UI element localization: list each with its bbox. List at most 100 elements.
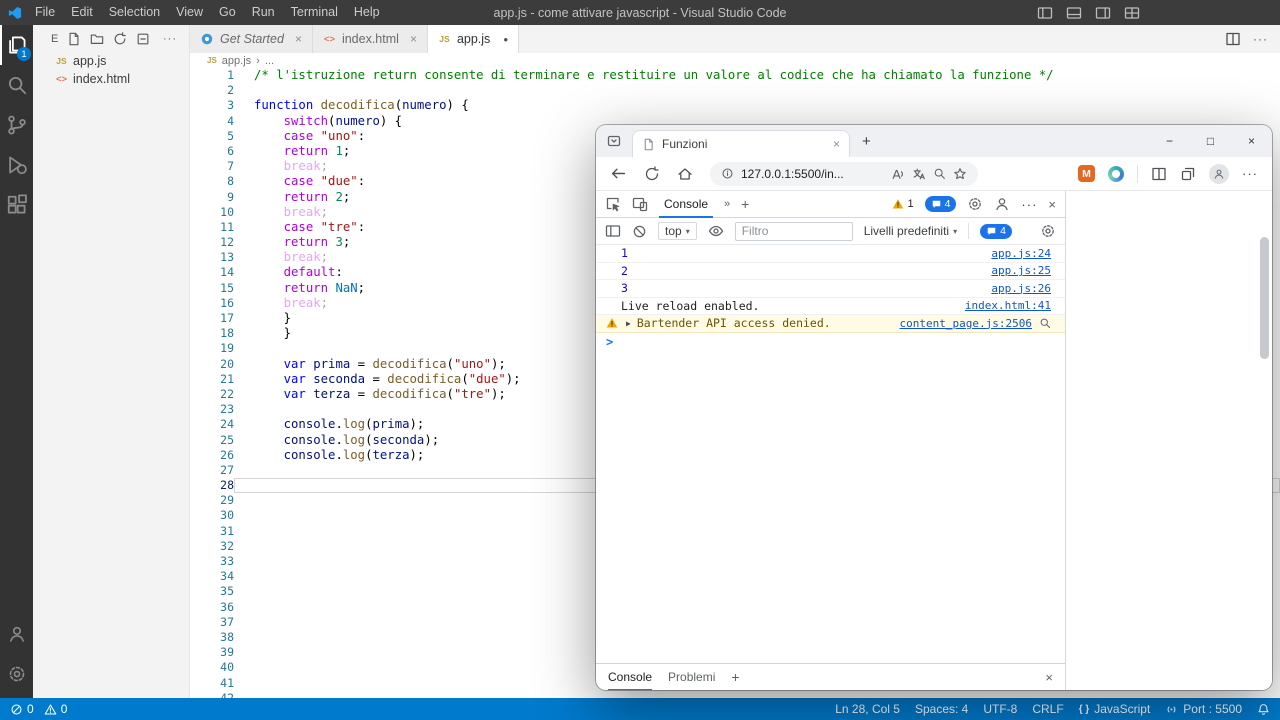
console-sidebar-icon[interactable] [605, 223, 621, 239]
new-file-icon[interactable] [67, 32, 81, 46]
levels-badge[interactable]: 4 [980, 224, 1012, 239]
explorer-more-icon[interactable]: ··· [163, 33, 177, 45]
more-tabs-icon[interactable]: » [724, 198, 730, 210]
toggle-sidebar-icon[interactable] [1037, 5, 1053, 21]
toggle-secondary-sidebar-icon[interactable] [1095, 5, 1111, 21]
page-viewport[interactable] [1066, 191, 1272, 690]
back-icon[interactable] [610, 165, 627, 182]
menu-item-run[interactable]: Run [244, 0, 283, 25]
activity-extensions[interactable] [0, 185, 33, 225]
feedback-icon[interactable] [994, 196, 1010, 212]
close-tab-icon[interactable]: × [833, 137, 840, 151]
source-link[interactable]: content_page.js:2506 [900, 317, 1032, 330]
home-icon[interactable] [677, 166, 693, 182]
notifications-bell[interactable] [1257, 703, 1270, 716]
line-number[interactable]: 41 [190, 676, 234, 691]
translate-icon[interactable] [912, 167, 926, 181]
address-bar[interactable]: 127.0.0.1:5500/in... [710, 162, 978, 186]
editor-more-icon[interactable]: ··· [1253, 32, 1268, 46]
refresh-icon[interactable] [644, 166, 660, 182]
line-number[interactable]: 12 [190, 235, 234, 250]
file-item-app.js[interactable]: JSapp.js [33, 52, 189, 70]
close-drawer-icon[interactable]: × [1045, 670, 1053, 685]
console-settings-icon[interactable] [1040, 223, 1056, 239]
line-number[interactable]: 6 [190, 144, 234, 159]
line-number[interactable]: 38 [190, 630, 234, 645]
profile-avatar[interactable] [1209, 164, 1229, 184]
toggle-panel-icon[interactable] [1066, 5, 1082, 21]
line-number[interactable]: 9 [190, 190, 234, 205]
search-source-icon[interactable] [1039, 317, 1051, 329]
read-aloud-icon[interactable] [891, 167, 905, 181]
dirty-indicator[interactable]: ● [503, 35, 508, 44]
menu-item-file[interactable]: File [27, 0, 63, 25]
activity-search[interactable] [0, 65, 33, 105]
line-number[interactable]: 1 [190, 68, 234, 83]
browser-tab[interactable]: Funzioni × [632, 130, 850, 157]
line-number[interactable]: 25 [190, 433, 234, 448]
menu-item-edit[interactable]: Edit [63, 0, 101, 25]
line-number[interactable]: 35 [190, 584, 234, 599]
new-tab-button[interactable]: + [862, 133, 871, 150]
console-prompt[interactable]: > [596, 333, 1065, 351]
code-line-1[interactable]: 1/* l'istruzione return consente di term… [190, 68, 1280, 83]
favorite-star-icon[interactable] [953, 167, 967, 181]
activity-settings[interactable] [0, 654, 33, 694]
source-link[interactable]: app.js:25 [991, 264, 1051, 277]
site-info-icon[interactable] [721, 167, 734, 180]
drawer-tab-console[interactable]: Console [608, 664, 652, 691]
line-number[interactable]: 24 [190, 417, 234, 432]
code-line-3[interactable]: 3function decodifica(numero) { [190, 98, 1280, 113]
line-number[interactable]: 32 [190, 539, 234, 554]
activity-source-control[interactable] [0, 105, 33, 145]
activity-explorer[interactable]: 1 [0, 25, 33, 65]
menu-item-selection[interactable]: Selection [101, 0, 168, 25]
line-number[interactable]: 15 [190, 281, 234, 296]
code-line-2[interactable]: 2 [190, 83, 1280, 98]
menu-item-go[interactable]: Go [211, 0, 244, 25]
status-encoding[interactable]: UTF-8 [983, 702, 1017, 716]
tab-index-html[interactable]: <> index.html × [313, 25, 428, 53]
split-screen-icon[interactable] [1151, 166, 1167, 182]
code-line-42[interactable]: 42 [190, 691, 1280, 698]
line-number[interactable]: 26 [190, 448, 234, 463]
activity-accounts[interactable] [0, 614, 33, 654]
page-scrollbar[interactable] [1260, 237, 1269, 359]
line-number[interactable]: 21 [190, 372, 234, 387]
line-number[interactable]: 11 [190, 220, 234, 235]
console-message[interactable]: 1app.js:24 [596, 245, 1065, 263]
devtools-tab-console[interactable]: Console [659, 191, 713, 218]
inspect-element-icon[interactable] [605, 196, 621, 212]
line-number[interactable]: 27 [190, 463, 234, 478]
line-number[interactable]: 31 [190, 524, 234, 539]
console-message[interactable]: 3app.js:26 [596, 280, 1065, 298]
tab-actions-icon[interactable] [606, 133, 622, 149]
console-message[interactable]: ▶Bartender API access denied.content_pag… [596, 315, 1065, 333]
warnings-badge[interactable]: 1 [892, 198, 913, 210]
extension-circle-icon[interactable] [1108, 166, 1124, 182]
line-number[interactable]: 42 [190, 691, 234, 698]
line-number[interactable]: 36 [190, 600, 234, 615]
status-live-server-port[interactable]: Port : 5500 [1165, 702, 1242, 716]
console-message[interactable]: Live reload enabled.index.html:41 [596, 298, 1065, 316]
activity-run-debug[interactable] [0, 145, 33, 185]
tab-get-started[interactable]: Get Started × [190, 25, 313, 53]
line-number[interactable]: 18 [190, 326, 234, 341]
source-link[interactable]: app.js:24 [991, 247, 1051, 260]
expand-arrow-icon[interactable]: ▶ [626, 319, 631, 328]
menu-item-view[interactable]: View [168, 0, 211, 25]
console-filter-input[interactable] [735, 222, 853, 241]
line-number[interactable]: 20 [190, 357, 234, 372]
source-link[interactable]: index.html:41 [965, 299, 1051, 312]
problems-status[interactable]: 0 0 [10, 702, 73, 716]
line-number[interactable]: 33 [190, 554, 234, 569]
close-window-button[interactable]: × [1231, 125, 1272, 157]
line-number[interactable]: 5 [190, 129, 234, 144]
refresh-explorer-icon[interactable] [113, 32, 127, 46]
breadcrumb[interactable]: JS app.js › ... [190, 53, 1280, 68]
line-number[interactable]: 39 [190, 645, 234, 660]
line-number[interactable]: 8 [190, 174, 234, 189]
live-expression-eye-icon[interactable] [708, 223, 724, 239]
line-number[interactable]: 17 [190, 311, 234, 326]
line-number[interactable]: 14 [190, 265, 234, 280]
